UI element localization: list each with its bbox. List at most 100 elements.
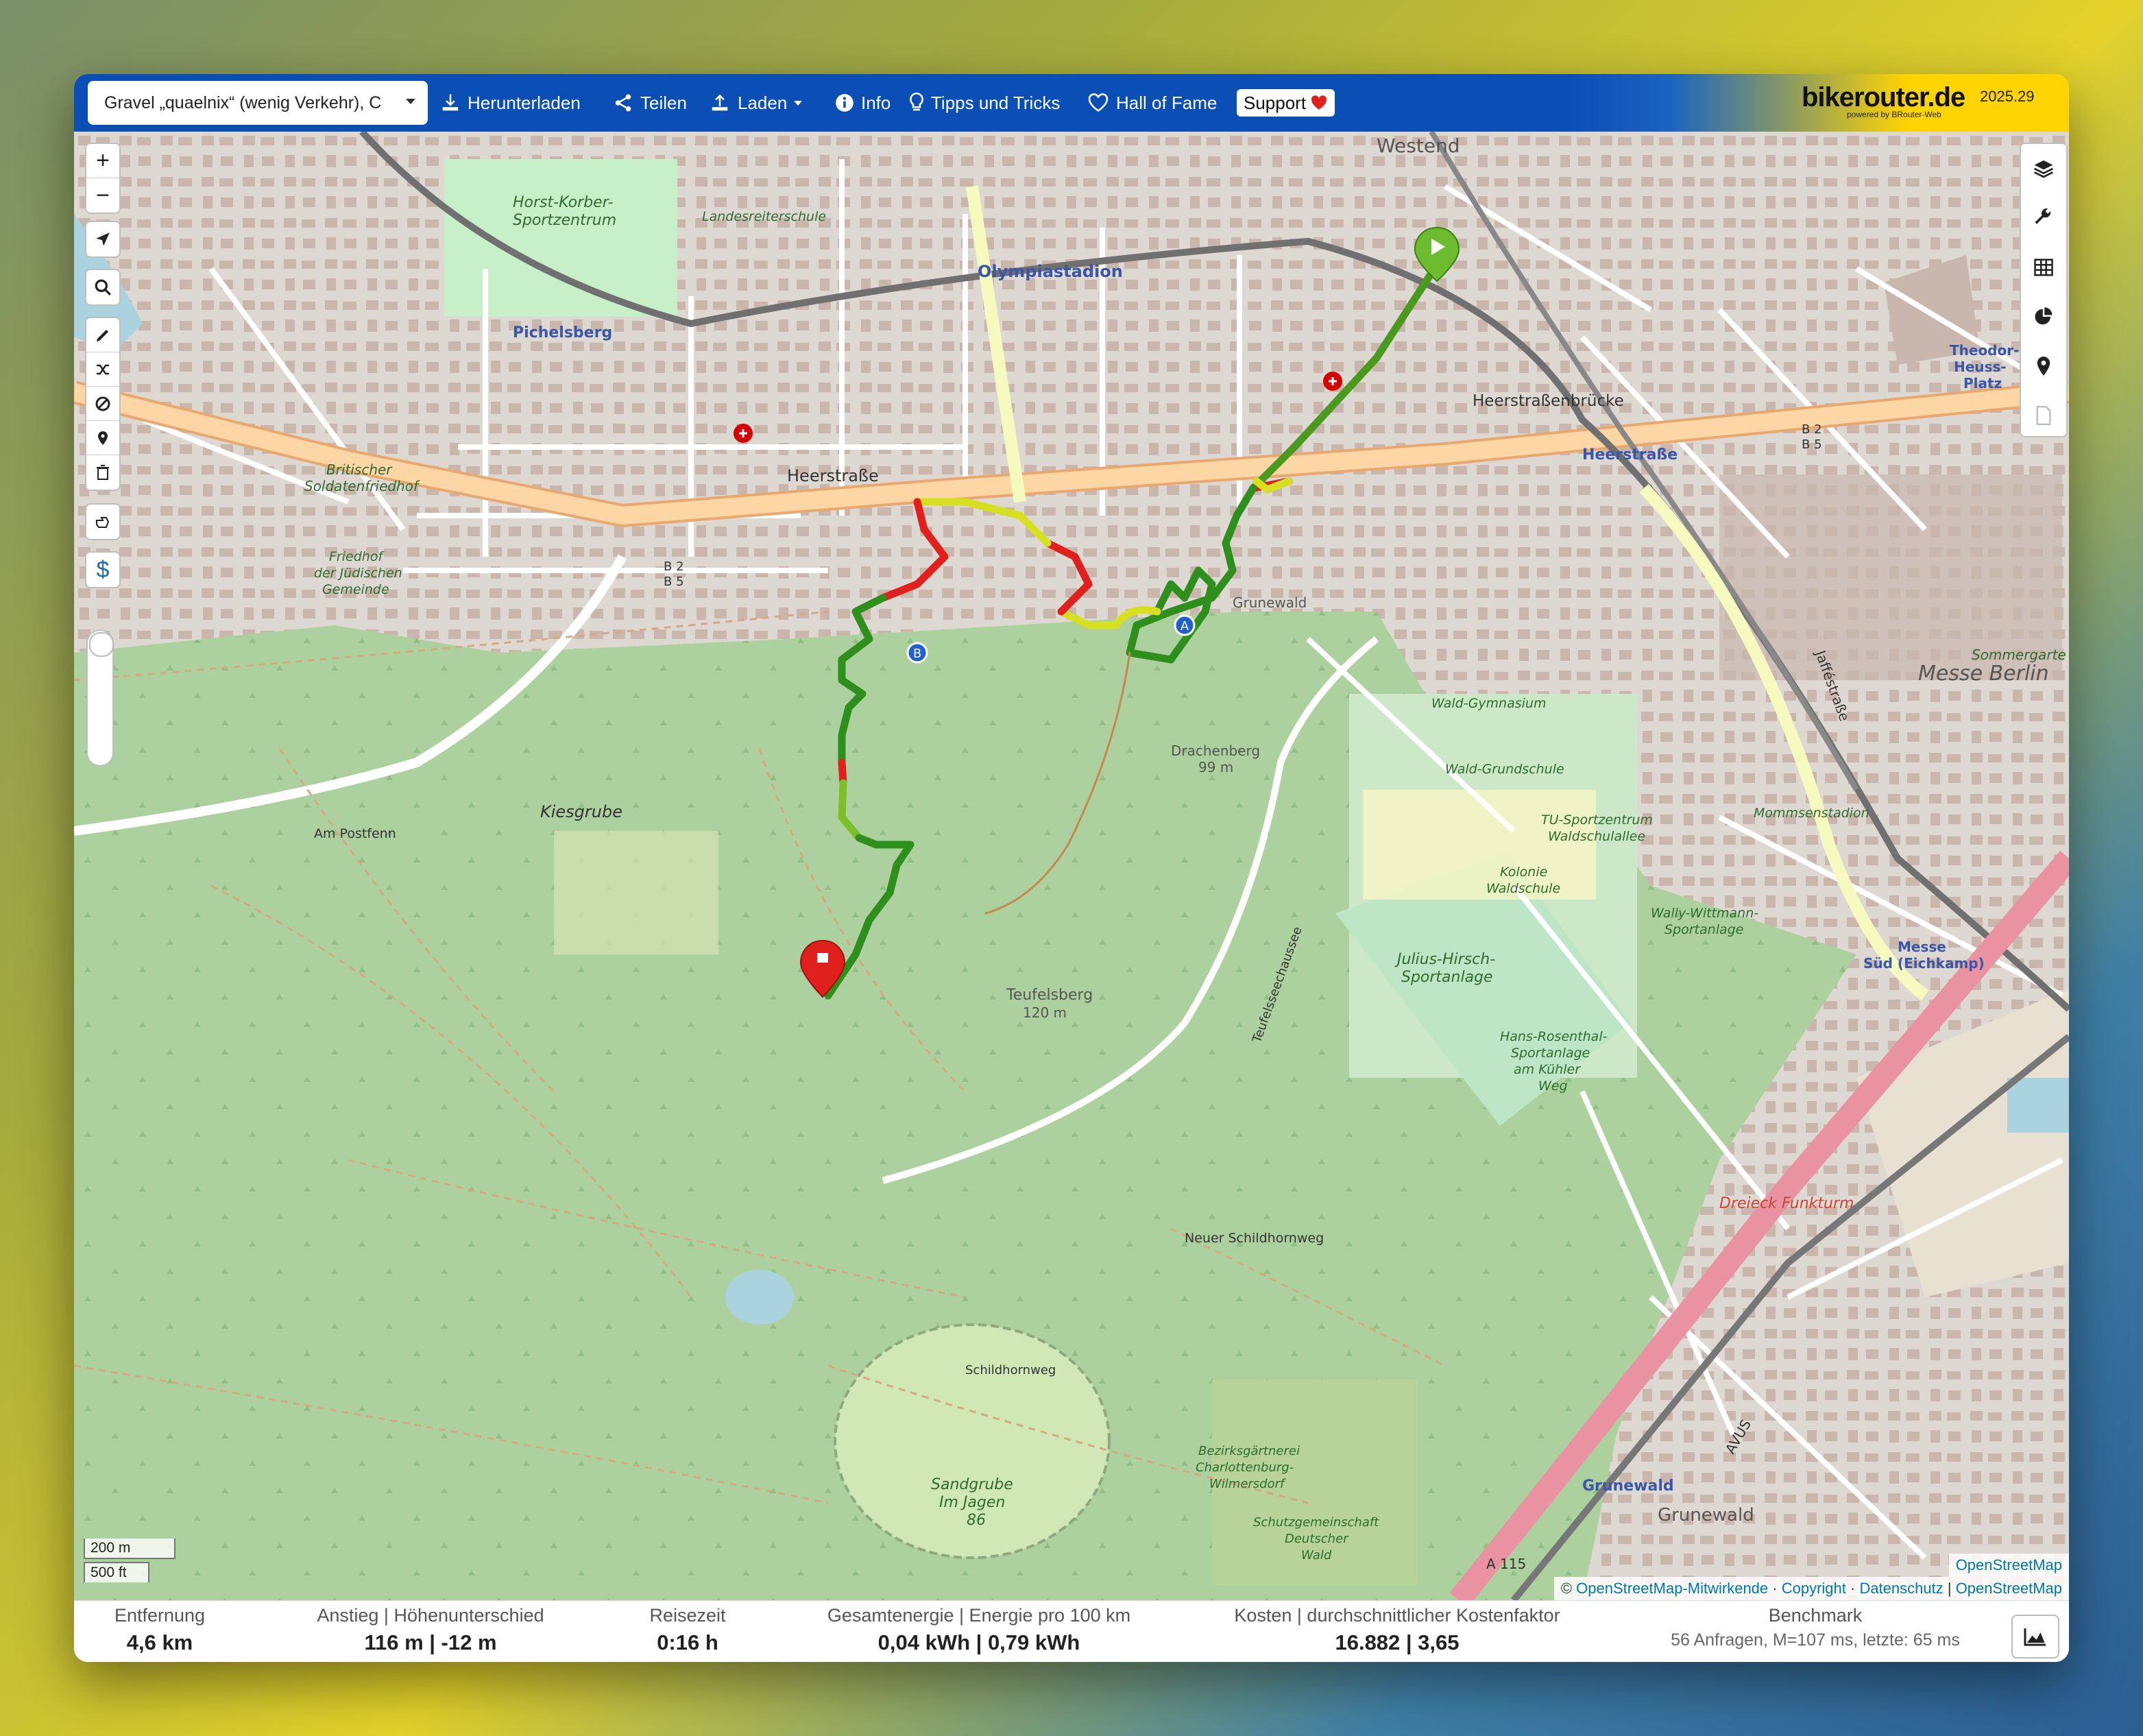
- copyright-link[interactable]: Copyright: [1782, 1580, 1846, 1597]
- kiesgrube-area: [554, 831, 718, 954]
- no-go-area-button[interactable]: [86, 387, 119, 421]
- energy-value: 0,04 kWh | 0,79 kWh: [877, 1630, 1080, 1654]
- brand-subtitle: powered by BRouter-Web: [1847, 110, 1941, 119]
- label-am-kuhler: am Kühler: [1514, 1062, 1581, 1077]
- hospital-icon: [734, 424, 753, 443]
- download-label: Herunterladen: [468, 92, 581, 113]
- reverse-route-button[interactable]: [86, 352, 119, 387]
- label-wilmersdorf: Wilmersdorf: [1209, 1477, 1286, 1491]
- via-point-b[interactable]: B: [906, 642, 928, 664]
- zoom-out-button[interactable]: −: [86, 178, 119, 213]
- label-tu-sportzentrum: TU-Sportzentrum: [1541, 812, 1653, 828]
- poi-button[interactable]: [2021, 341, 2066, 391]
- label-heerstrassenbruecke: Heerstraßenbrücke: [1473, 392, 1624, 410]
- label-schutzgemeinschaft: Schutzgemeinschaft: [1253, 1515, 1379, 1530]
- label-platz: Platz: [1963, 375, 2002, 391]
- heart-outline-icon: [1088, 93, 1109, 112]
- dollar-icon[interactable]: $: [86, 553, 119, 587]
- hand-pointer-button[interactable]: [86, 505, 119, 539]
- export-button[interactable]: [2021, 391, 2066, 440]
- info-button[interactable]: Info: [835, 74, 891, 132]
- label-westend: Westend: [1377, 134, 1460, 157]
- via-point-a-label: A: [1181, 619, 1189, 634]
- pois-button[interactable]: [86, 421, 119, 455]
- label-friedhof: Friedhof: [329, 549, 385, 564]
- label-sommergarten: Sommergarte: [1972, 647, 2066, 663]
- pie-chart-icon: [2035, 307, 2053, 325]
- settings-button[interactable]: [2021, 193, 2066, 243]
- label-kolonie: Kolonie: [1500, 865, 1547, 880]
- route-statistics-bar: Entfernung 4,6 km Anstieg | Höhenuntersc…: [74, 1600, 2069, 1662]
- travel-time-value: 0:16 h: [657, 1630, 718, 1654]
- locate-button[interactable]: [86, 222, 119, 256]
- lake-water: [2007, 1078, 2069, 1133]
- load-label: Laden: [738, 92, 788, 113]
- label-teufelsberg: Teufelsberg: [1006, 987, 1093, 1004]
- download-button[interactable]: Herunterladen: [440, 74, 581, 132]
- label-b5-east: B 5: [1802, 437, 1822, 452]
- label-am-postfenn: Am Postfenn: [314, 826, 396, 841]
- elevation-chart-button[interactable]: [2011, 1615, 2059, 1659]
- profile-select[interactable]: Gravel „quaelnix“ (wenig Verkehr), C: [88, 81, 428, 125]
- label-charlottenburg: Charlottenburg-: [1196, 1460, 1294, 1475]
- tile-provider-link[interactable]: OpenStreetMap: [1956, 1556, 2062, 1574]
- tile-provider-attribution: OpenStreetMap: [1948, 1554, 2069, 1577]
- osm-contributors-link[interactable]: OpenStreetMap-Mitwirkende: [1576, 1580, 1768, 1597]
- label-heerstrasse: Heerstraße: [787, 466, 879, 485]
- opacity-slider-handle[interactable]: [89, 632, 114, 657]
- share-button[interactable]: Teilen: [613, 74, 687, 132]
- area-chart-icon: [2024, 1628, 2046, 1646]
- location-arrow-icon: [96, 232, 110, 246]
- zoom-in-button[interactable]: +: [86, 144, 119, 178]
- hall-of-fame-button[interactable]: Hall of Fame: [1087, 74, 1217, 132]
- search-icon: [95, 279, 111, 296]
- label-neuer-schildhornweg: Neuer Schildhornweg: [1185, 1231, 1324, 1246]
- statistics-button[interactable]: [2021, 292, 2066, 341]
- label-landesreiterschule: Landesreiterschule: [702, 209, 826, 224]
- travel-time-stat: Reisezeit 0:16 h: [629, 1601, 746, 1662]
- gesture-control: [85, 503, 121, 540]
- hall-of-fame-label: Hall of Fame: [1116, 92, 1218, 113]
- cost-stat: Kosten | durchschnittlicher Kostenfaktor…: [1205, 1601, 1589, 1662]
- load-button[interactable]: Laden: [709, 74, 803, 132]
- top-toolbar: Gravel „quaelnix“ (wenig Verkehr), C Her…: [74, 74, 2069, 132]
- label-jagen-86: 86: [967, 1512, 986, 1529]
- label-julius-hirsch: Julius-Hirsch-: [1394, 951, 1495, 968]
- label-mommsenstadion: Mommsenstadion: [1754, 806, 1869, 821]
- right-sidebar-controls: [2020, 143, 2068, 437]
- label-waldschulallee: Waldschulallee: [1548, 829, 1645, 844]
- info-icon: [836, 94, 853, 112]
- brand-logo[interactable]: bikerouter.de: [1802, 82, 1965, 113]
- chevron-down-icon: [794, 100, 803, 106]
- ascent-value: 116 m | -12 m: [364, 1630, 497, 1654]
- support-button[interactable]: Support: [1237, 89, 1335, 117]
- layers-button[interactable]: [2021, 144, 2066, 193]
- map-canvas[interactable]: A B Westend Olympiastadion Pichelsberg H…: [74, 132, 2069, 1600]
- label-pichelsberg: Pichelsberg: [513, 324, 612, 341]
- energy-stat: Gesamtenergie | Energie pro 100 km 0,04 …: [808, 1601, 1150, 1662]
- ascent-stat: Anstieg | Höhenunterschied 116 m | -12 m: [300, 1601, 561, 1662]
- label-grunewald-road: Grunewald: [1233, 594, 1307, 611]
- label-gemeinde: Gemeinde: [322, 582, 389, 597]
- app-version: 2025.29: [1980, 88, 2035, 105]
- label-b5: B 5: [664, 575, 684, 589]
- via-point-a[interactable]: A: [1174, 614, 1196, 636]
- label-bezirksgaertnerei: Bezirksgärtnerei: [1198, 1444, 1300, 1458]
- distance-label: Entfernung: [114, 1605, 206, 1626]
- datenschutz-link[interactable]: Datenschutz: [1859, 1580, 1943, 1597]
- delete-route-button[interactable]: [86, 455, 119, 490]
- lightbulb-icon: [910, 93, 923, 111]
- opacity-slider[interactable]: [86, 629, 114, 767]
- draw-route-button[interactable]: [86, 318, 119, 352]
- park-area: [444, 159, 677, 317]
- label-julius-hirsch-sportanlage: Sportanlage: [1401, 969, 1493, 986]
- osm-link[interactable]: OpenStreetMap: [1956, 1580, 2062, 1597]
- scale-metric: 200 m: [84, 1539, 175, 1559]
- label-sportzentrum: Sportzentrum: [513, 212, 616, 229]
- search-button[interactable]: [86, 270, 119, 304]
- tips-button[interactable]: Tipps und Tricks: [909, 74, 1060, 132]
- table-button[interactable]: [2021, 243, 2066, 292]
- label-messe-sued-eichkamp: Süd (Eichkamp): [1863, 955, 1985, 972]
- label-b2: B 2: [664, 559, 684, 574]
- benchmark-stat: Benchmark 56 Anfragen, M=107 ms, letzte:…: [1644, 1601, 1987, 1662]
